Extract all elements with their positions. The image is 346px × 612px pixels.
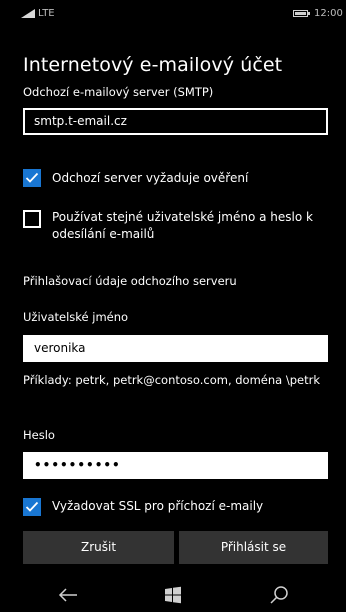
- same-credentials-label[interactable]: Používat stejné uživatelské jméno a hesl…: [52, 209, 337, 243]
- cancel-button[interactable]: Zrušit: [23, 531, 174, 564]
- status-bar: LTE 12:00: [0, 0, 346, 26]
- auth-required-label[interactable]: Odchozí server vyžaduje ověření: [52, 170, 337, 187]
- ssl-required-label[interactable]: Vyžadovat SSL pro příchozí e-maily: [52, 498, 337, 515]
- password-input[interactable]: ••••••••••: [23, 452, 328, 479]
- navigation-bar: [0, 575, 346, 612]
- auth-required-checkbox[interactable]: [23, 169, 41, 187]
- smtp-server-input[interactable]: smtp.t-email.cz: [23, 108, 328, 135]
- network-type: LTE: [38, 8, 55, 19]
- battery-cap: [308, 12, 310, 15]
- same-credentials-checkbox[interactable]: [23, 210, 41, 228]
- ssl-required-checkbox[interactable]: [23, 498, 41, 516]
- username-label: Uživatelské jméno: [23, 310, 129, 324]
- battery-icon: [293, 10, 308, 17]
- credentials-header: Přihlašovací údaje odchozího serveru: [23, 274, 237, 288]
- smtp-label: Odchozí e-mailový server (SMTP): [23, 85, 214, 99]
- password-label: Heslo: [23, 428, 55, 442]
- windows-logo-icon[interactable]: [162, 584, 184, 606]
- clock: 12:00: [314, 8, 343, 19]
- login-button[interactable]: Přihlásit se: [179, 531, 328, 564]
- search-icon[interactable]: [268, 584, 290, 606]
- username-input[interactable]: veronika: [23, 335, 328, 362]
- page-title: Internetový e-mailový účet: [23, 54, 283, 76]
- username-hint: Příklady: petrk, petrk@contoso.com, domé…: [23, 373, 321, 387]
- signal-strength-icon: [21, 9, 35, 18]
- back-arrow-icon[interactable]: [57, 584, 79, 606]
